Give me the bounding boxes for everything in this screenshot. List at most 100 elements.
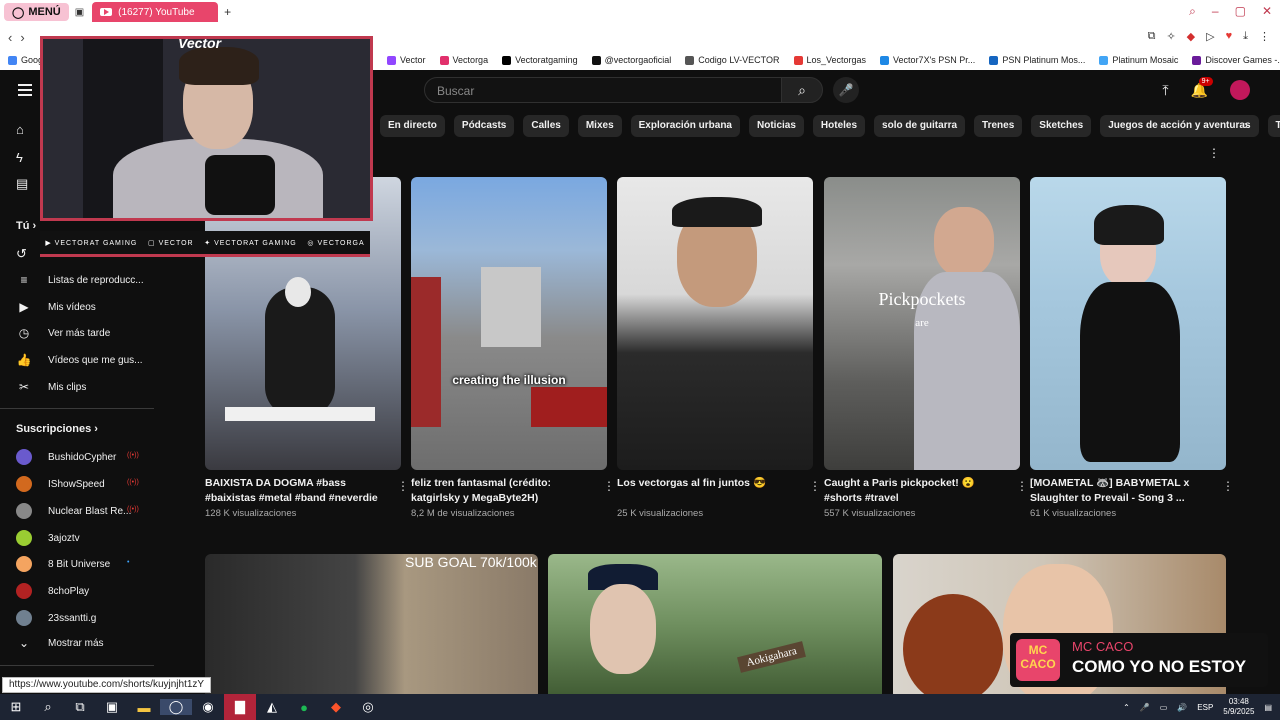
home-icon[interactable]: ⌂ [16, 122, 32, 138]
more-options-icon[interactable]: ⋮ [809, 479, 821, 493]
clock[interactable]: 03:48 5/9/2025 [1223, 697, 1254, 717]
upload-icon[interactable]: ⤒ [1162, 82, 1168, 99]
sub-ishowspeed[interactable]: IShowSpeed [16, 476, 105, 492]
more-options-icon[interactable]: ⋮ [603, 479, 615, 493]
sub-8choplay[interactable]: 8choPlay [16, 583, 89, 599]
chip-noticias[interactable]: Noticias [749, 115, 804, 137]
short-card[interactable]: Los vectorgas al fin juntos 😎 25 K visua… [617, 177, 821, 519]
short-title[interactable]: feliz tren fantasmal (crédito: katgirlsk… [411, 476, 587, 506]
chip-podcasts[interactable]: Pódcasts [453, 115, 515, 137]
bookmark-vector[interactable]: Vector [387, 55, 426, 65]
bookmark-codigo[interactable]: Codigo LV-VECTOR [685, 55, 780, 65]
mic-icon[interactable]: 🎤 [1140, 703, 1150, 712]
heart-icon[interactable]: ♥ [1226, 30, 1233, 43]
sub-8-bit-universe[interactable]: 8 Bit Universe [16, 556, 110, 572]
subscriptions-icon[interactable]: ▤ [16, 176, 32, 192]
chip-hoteles[interactable]: Hoteles [812, 115, 866, 137]
task-view-icon[interactable]: ⧉ [64, 699, 96, 715]
close-icon[interactable]: ✕ [1262, 4, 1272, 19]
sub-bushidocypher[interactable]: BushidoCypher [16, 449, 116, 465]
show-more-button[interactable]: ⌄ Mostrar más [16, 636, 104, 650]
bookmark-psn[interactable]: Vector7X's PSN Pr... [880, 55, 975, 65]
app-icon[interactable]: ▣ [96, 699, 128, 715]
sidebar-item-watch-later[interactable]: ◷ Ver más tarde [16, 326, 111, 340]
sub-23ssantti[interactable]: 23ssantti.g [16, 610, 96, 626]
bookmark-tiktok[interactable]: @vectorgaoficial [591, 55, 671, 65]
voice-search-button[interactable]: 🎤 [833, 77, 859, 103]
bookmark-icon[interactable]: ✧ [1166, 30, 1175, 43]
short-card[interactable]: creating the illusion feliz tren fantasm… [411, 177, 615, 519]
chevron-right-icon[interactable]: › [1244, 118, 1248, 132]
chip-turismo[interactable]: Turismo [1267, 115, 1280, 137]
tab-youtube[interactable]: (16277) YouTube [92, 2, 219, 22]
notifications-button[interactable]: 🔔 9+ [1191, 76, 1213, 99]
more-options-icon[interactable]: ⋮ [1208, 146, 1220, 160]
spotify-icon[interactable]: ● [288, 700, 320, 715]
forward-icon[interactable]: › [20, 30, 24, 45]
tab-switch-icon[interactable]: ▣ [75, 7, 84, 18]
more-options-icon[interactable]: ⋮ [397, 479, 409, 493]
more-options-icon[interactable]: ⋮ [1222, 479, 1234, 493]
sidebar-item-playlists[interactable]: ≡ Listas de reproducc... [16, 273, 143, 287]
sub-3ajoztv[interactable]: 3ajoztv [16, 530, 80, 546]
bookmark-psn-platinum[interactable]: PSN Platinum Mos... [989, 55, 1085, 65]
chip-mixes[interactable]: Mixes [577, 115, 622, 137]
section-subscriptions[interactable]: Suscripciones › [16, 423, 98, 435]
notification-center-icon[interactable]: ▤ [1264, 703, 1272, 712]
brave-icon[interactable]: ◆ [320, 699, 352, 715]
cast-icon[interactable]: ⧉ [1148, 30, 1156, 43]
short-title[interactable]: Los vectorgas al fin juntos 😎 [617, 476, 793, 506]
chip-sketches[interactable]: Sketches [1031, 115, 1092, 137]
windows-start-icon[interactable]: ⊞ [0, 699, 32, 715]
sidebar-item-clips[interactable]: ✂ Mis clips [16, 380, 86, 394]
sidebar-item-my-videos[interactable]: ▶ Mis vídeos [16, 300, 95, 314]
network-icon[interactable]: ▭ [1160, 703, 1168, 712]
section-you[interactable]: Tú › [16, 220, 36, 232]
app-icon[interactable]: ◭ [256, 699, 288, 715]
sidebar-item-liked[interactable]: 👍 Vídeos que me gus... [16, 353, 143, 367]
menu-icon[interactable] [18, 84, 32, 99]
file-explorer-icon[interactable]: ▬ [128, 700, 160, 715]
chip-calles[interactable]: Calles [523, 115, 569, 137]
short-card[interactable]: BAIXISTA DA DOGMA #bass #baixistas #meta… [205, 177, 409, 519]
chip-exploracion-urbana[interactable]: Exploración urbana [630, 115, 740, 137]
browser-menu-button[interactable]: ◯ MENÚ [4, 3, 69, 21]
video-thumbnail[interactable]: Aokigahara [548, 554, 882, 694]
short-thumbnail[interactable]: Pickpockets are [824, 177, 1020, 470]
short-title[interactable]: Caught a Paris pickpocket! 😮 #shorts #tr… [824, 476, 1000, 506]
short-title[interactable]: BAIXISTA DA DOGMA #bass #baixistas #meta… [205, 476, 381, 506]
bookmark-discover-games[interactable]: Discover Games -... [1192, 55, 1280, 65]
settings-icon[interactable]: ⋮ [1259, 30, 1270, 43]
play-icon[interactable]: ▷ [1206, 30, 1214, 43]
avatar[interactable] [1230, 80, 1250, 100]
pocket-icon[interactable]: ◆ [1187, 30, 1195, 43]
maximize-icon[interactable]: ▢ [1235, 4, 1246, 19]
chevron-up-icon[interactable]: ⌃ [1123, 703, 1130, 712]
bookmark-platinum-mosaic[interactable]: Platinum Mosaic [1099, 55, 1178, 65]
short-title[interactable]: [MOAMETAL 🦝] BABYMETAL x Slaughter to Pr… [1030, 476, 1206, 506]
new-tab-button[interactable]: + [224, 5, 231, 19]
short-thumbnail[interactable] [617, 177, 813, 470]
history-icon[interactable]: ↺ [16, 246, 32, 262]
steam-icon[interactable]: ◉ [192, 699, 224, 715]
bookmark-vectorga[interactable]: Vectorga [439, 55, 488, 65]
video-thumbnail[interactable]: SUB GOAL 70k/100k [205, 554, 538, 694]
search-button[interactable]: ⌕ [781, 77, 823, 103]
search-input[interactable]: Buscar [424, 77, 782, 103]
download-icon[interactable]: ⤓ [1243, 30, 1248, 43]
short-card[interactable]: Pickpockets are Caught a Paris pickpocke… [824, 177, 1028, 519]
chip-solo-de-guitarra[interactable]: solo de guitarra [874, 115, 966, 137]
more-options-icon[interactable]: ⋮ [1016, 479, 1028, 493]
chip-trenes[interactable]: Trenes [974, 115, 1023, 137]
chip-juegos[interactable]: Juegos de acción y aventuras [1100, 115, 1259, 137]
search-tabs-icon[interactable]: ⌕ [1189, 4, 1196, 19]
search-icon[interactable]: ⌕ [32, 699, 64, 715]
bookmark-vectoratgaming[interactable]: Vectoratgaming [502, 55, 578, 65]
shorts-icon[interactable]: ϟ [16, 150, 32, 166]
chip-en-directo[interactable]: En directo [380, 115, 445, 137]
opera-icon[interactable]: ◯ [160, 699, 192, 715]
obs-red-icon[interactable]: ▇ [224, 694, 256, 720]
language-indicator[interactable]: ESP [1197, 703, 1213, 712]
obs-icon[interactable]: ◎ [352, 699, 384, 715]
back-icon[interactable]: ‹ [8, 30, 12, 45]
